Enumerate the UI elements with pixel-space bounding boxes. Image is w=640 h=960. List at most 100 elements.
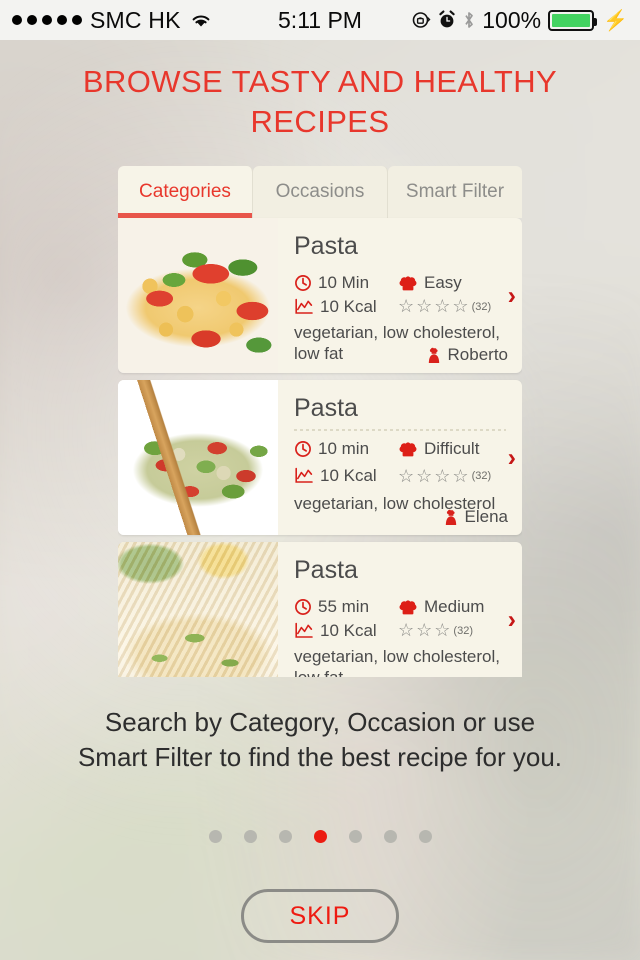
- alarm-clock-icon: [438, 10, 456, 30]
- rotation-lock-icon: [411, 10, 431, 30]
- chevron-right-icon[interactable]: ›: [508, 283, 516, 308]
- recipe-time: 10 Min: [294, 273, 398, 293]
- recipe-meta-row-calories-rating: 10 Kcal ☆ ☆ ☆ (32): [294, 620, 506, 641]
- pesto-pasta-salad-photo: [118, 380, 278, 535]
- recipe-time-label: 55 min: [318, 597, 370, 616]
- recipe-time: 10 min: [294, 439, 398, 459]
- tab-bar: Categories Occasions Smart Filter: [118, 166, 522, 218]
- chevron-right-icon[interactable]: ›: [508, 607, 516, 632]
- recipe-meta-row-calories-rating: 10 Kcal ☆ ☆ ☆ ☆ (32): [294, 296, 506, 317]
- recipe-title: Pasta: [294, 556, 358, 584]
- page-dot[interactable]: [208, 830, 222, 843]
- recipe-difficulty-label: Easy: [424, 273, 462, 292]
- page-dot[interactable]: [243, 830, 257, 843]
- recipe-calories: 10 Kcal: [294, 297, 398, 317]
- recipe-calories-label: 10 Kcal: [320, 466, 377, 485]
- recipe-time-label: 10 min: [318, 439, 370, 458]
- recipe-meta-row-time-difficulty: 55 min Medium: [294, 597, 506, 617]
- page-dot[interactable]: [278, 830, 292, 843]
- recipe-browser-panel: Categories Occasions Smart Filter Pasta: [118, 166, 522, 677]
- recipe-card-list[interactable]: Pasta 10 Min Easy 10 Kcal ☆ ☆ ☆ ☆ (32) v…: [118, 218, 522, 677]
- chevron-right-icon[interactable]: ›: [508, 445, 516, 470]
- recipe-difficulty: Easy: [398, 273, 462, 293]
- recipe-thumbnail: [118, 380, 278, 535]
- rating-count-label: (32): [471, 470, 492, 482]
- bluetooth-icon: [463, 10, 475, 30]
- recipe-info: Pasta 10 min Difficult 10 Kcal ☆ ☆ ☆ ☆ (…: [278, 380, 522, 535]
- chef-hat-icon: [398, 599, 418, 616]
- battery-percentage-label: 100%: [482, 6, 542, 33]
- dotted-divider: [294, 429, 506, 431]
- recipe-thumbnail: [118, 542, 278, 677]
- star-icon: ☆: [398, 465, 415, 486]
- wifi-icon: [189, 11, 213, 29]
- recipe-difficulty-label: Difficult: [424, 439, 480, 458]
- recipe-author: Elena: [444, 507, 508, 527]
- recipe-author: Roberto: [427, 345, 508, 365]
- recipe-calories: 10 Kcal: [294, 621, 398, 641]
- battery-icon: [548, 9, 598, 31]
- onboarding-screen: SMC HK 5:11 PM 100% ⚡ BROWSE TASTY AND H…: [0, 0, 640, 960]
- page-dot-active[interactable]: [313, 830, 327, 843]
- clock-icon: [294, 274, 312, 292]
- star-icon: ☆: [452, 465, 469, 486]
- status-bar: SMC HK 5:11 PM 100% ⚡: [0, 0, 640, 40]
- clock-icon: [294, 598, 312, 616]
- recipe-meta-row-time-difficulty: 10 Min Easy: [294, 273, 506, 293]
- carrier-label: SMC HK: [90, 6, 181, 33]
- star-icon: ☆: [434, 620, 451, 640]
- chef-person-icon: [427, 347, 443, 364]
- spaghetti-cheese-photo: [118, 542, 278, 677]
- recipe-time-label: 10 Min: [318, 273, 370, 292]
- signal-strength-dots-icon: [12, 15, 82, 25]
- page-dot[interactable]: [418, 830, 432, 843]
- page-title: BROWSE TASTY AND HEALTHY RECIPES: [82, 64, 558, 139]
- recipe-tags: vegetarian, low cholesterol, low fat: [294, 647, 501, 677]
- tab-occasions-label: Occasions: [275, 181, 365, 202]
- star-icon: ☆: [416, 620, 433, 640]
- pasta-tomato-basil-photo: [118, 218, 278, 373]
- recipe-difficulty: Medium: [398, 597, 484, 617]
- recipe-difficulty: Difficult: [398, 439, 479, 459]
- recipe-calories-label: 10 Kcal: [320, 620, 377, 640]
- recipe-rating[interactable]: ☆ ☆ ☆ (32): [398, 620, 473, 641]
- recipe-card[interactable]: Pasta 10 min Difficult 10 Kcal ☆ ☆ ☆ ☆ (…: [118, 380, 522, 535]
- recipe-rating[interactable]: ☆ ☆ ☆ ☆ (32): [398, 296, 491, 317]
- line-chart-icon: [294, 622, 314, 640]
- recipe-meta-row-calories-rating: 10 Kcal ☆ ☆ ☆ ☆ (32): [294, 464, 506, 488]
- page-dot[interactable]: [383, 830, 397, 843]
- recipe-info: Pasta 10 Min Easy 10 Kcal ☆ ☆ ☆ ☆ (32) v…: [278, 218, 522, 373]
- recipe-title: Pasta: [294, 394, 358, 422]
- recipe-calories-label: 10 Kcal: [320, 296, 377, 316]
- clock-icon: [294, 440, 312, 458]
- tab-smart-filter-label: Smart Filter: [405, 181, 505, 202]
- recipe-card[interactable]: Pasta 10 Min Easy 10 Kcal ☆ ☆ ☆ ☆ (32) v…: [118, 218, 522, 373]
- page-dot[interactable]: [348, 830, 362, 843]
- recipe-rating[interactable]: ☆ ☆ ☆ ☆ (32): [398, 466, 491, 487]
- skip-button-label: SKIP: [289, 901, 351, 930]
- page-indicator[interactable]: [0, 830, 640, 843]
- recipe-thumbnail: [118, 218, 278, 373]
- star-icon: ☆: [416, 296, 433, 316]
- chef-person-icon: [444, 509, 460, 526]
- chef-hat-icon: [398, 441, 418, 458]
- recipe-difficulty-label: Medium: [424, 597, 485, 616]
- line-chart-icon: [294, 298, 314, 316]
- star-icon: ☆: [434, 296, 451, 316]
- star-icon: ☆: [416, 465, 433, 486]
- onboarding-description: Search by Category, Occasion or use Smar…: [77, 707, 563, 772]
- tab-occasions[interactable]: Occasions: [253, 166, 388, 218]
- recipe-info: Pasta 55 min Medium 10 Kcal ☆ ☆ ☆ (32) v…: [278, 542, 522, 677]
- line-chart-icon: [294, 467, 314, 485]
- tab-smart-filter[interactable]: Smart Filter: [388, 166, 522, 218]
- skip-button[interactable]: SKIP: [241, 889, 399, 943]
- star-icon: ☆: [452, 296, 469, 316]
- star-icon: ☆: [398, 296, 415, 316]
- chef-hat-icon: [398, 275, 418, 292]
- tab-categories[interactable]: Categories: [118, 166, 253, 218]
- recipe-card[interactable]: Pasta 55 min Medium 10 Kcal ☆ ☆ ☆ (32) v…: [118, 542, 522, 677]
- tab-categories-label: Categories: [139, 181, 231, 202]
- recipe-meta-row-time-difficulty: 10 min Difficult: [294, 437, 506, 461]
- rating-count-label: (32): [471, 300, 492, 313]
- recipe-author-label: Elena: [464, 507, 508, 526]
